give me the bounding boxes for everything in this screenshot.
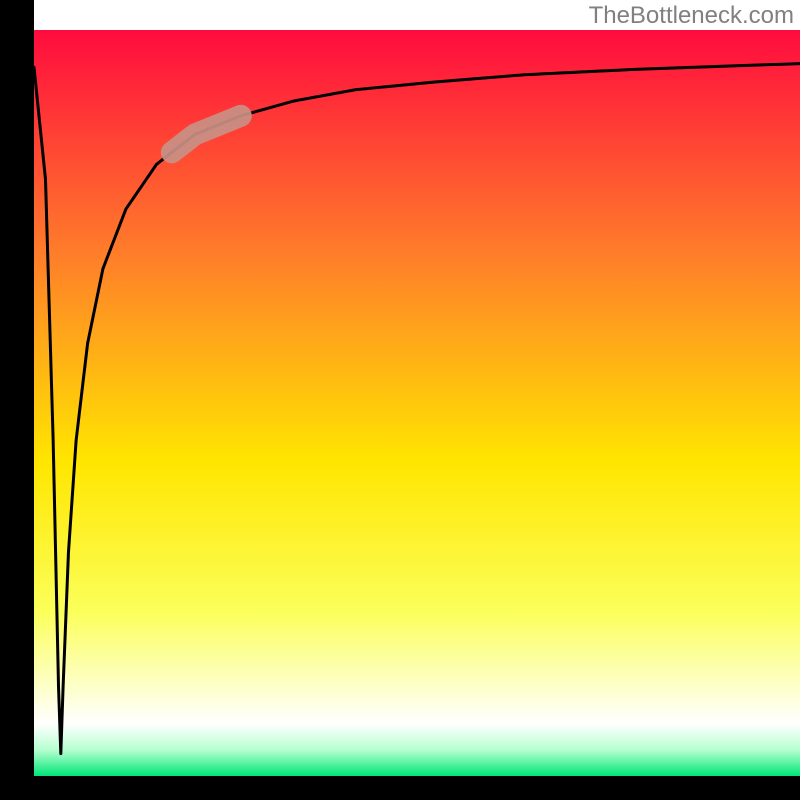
plot-background: [34, 30, 800, 776]
watermark-text: TheBottleneck.com: [589, 2, 794, 30]
frame-bottom-bar: [0, 776, 800, 800]
frame-left-bar: [0, 0, 34, 800]
chart-svg: [0, 0, 800, 800]
chart-stage: TheBottleneck.com: [0, 0, 800, 800]
